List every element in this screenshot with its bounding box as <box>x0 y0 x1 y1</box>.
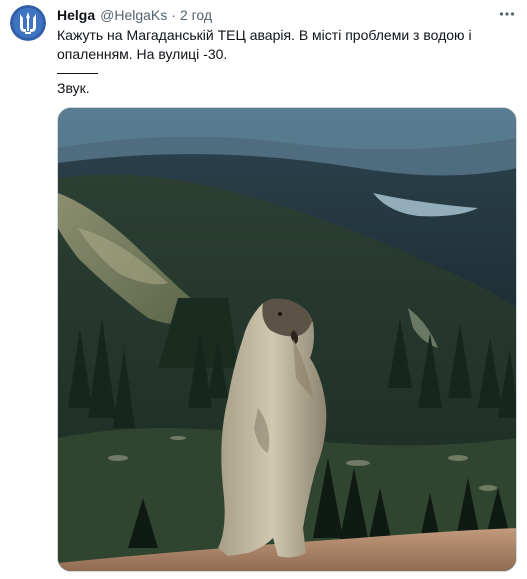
more-options-button[interactable] <box>497 4 517 24</box>
tweet-text: Кажуть на Магаданській ТЕЦ аварія. В міс… <box>57 27 472 62</box>
text-divider <box>57 73 98 74</box>
tweet-media-video[interactable] <box>57 107 517 572</box>
user-handle[interactable]: @HelgaKs <box>100 6 167 24</box>
tweet-card: Helga @HelgaKs · 2 год Кажуть на Магадан… <box>0 0 527 579</box>
separator-dot: · <box>171 7 176 23</box>
display-name[interactable]: Helga <box>57 6 95 24</box>
tweet-header: Helga @HelgaKs · 2 год <box>57 6 487 24</box>
timestamp[interactable]: 2 год <box>180 6 212 24</box>
marmot-video-frame <box>58 108 516 571</box>
sound-note: Звук. <box>57 80 90 96</box>
avatar[interactable] <box>10 5 46 41</box>
more-horizontal-icon <box>499 12 515 16</box>
trident-logo <box>10 5 46 41</box>
